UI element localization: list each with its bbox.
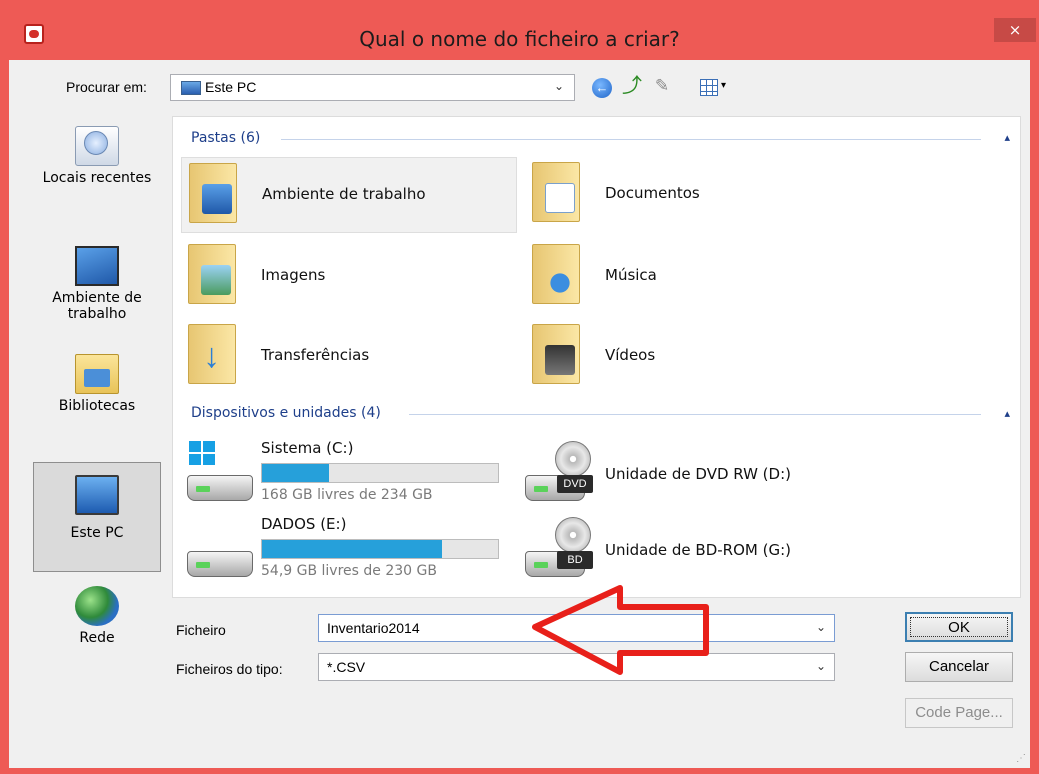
annotation-arrow: [532, 585, 709, 675]
save-dialog-window: Qual o nome do ficheiro a criar? × Procu…: [0, 0, 1039, 774]
annotation-arrow-shape: [532, 585, 709, 675]
